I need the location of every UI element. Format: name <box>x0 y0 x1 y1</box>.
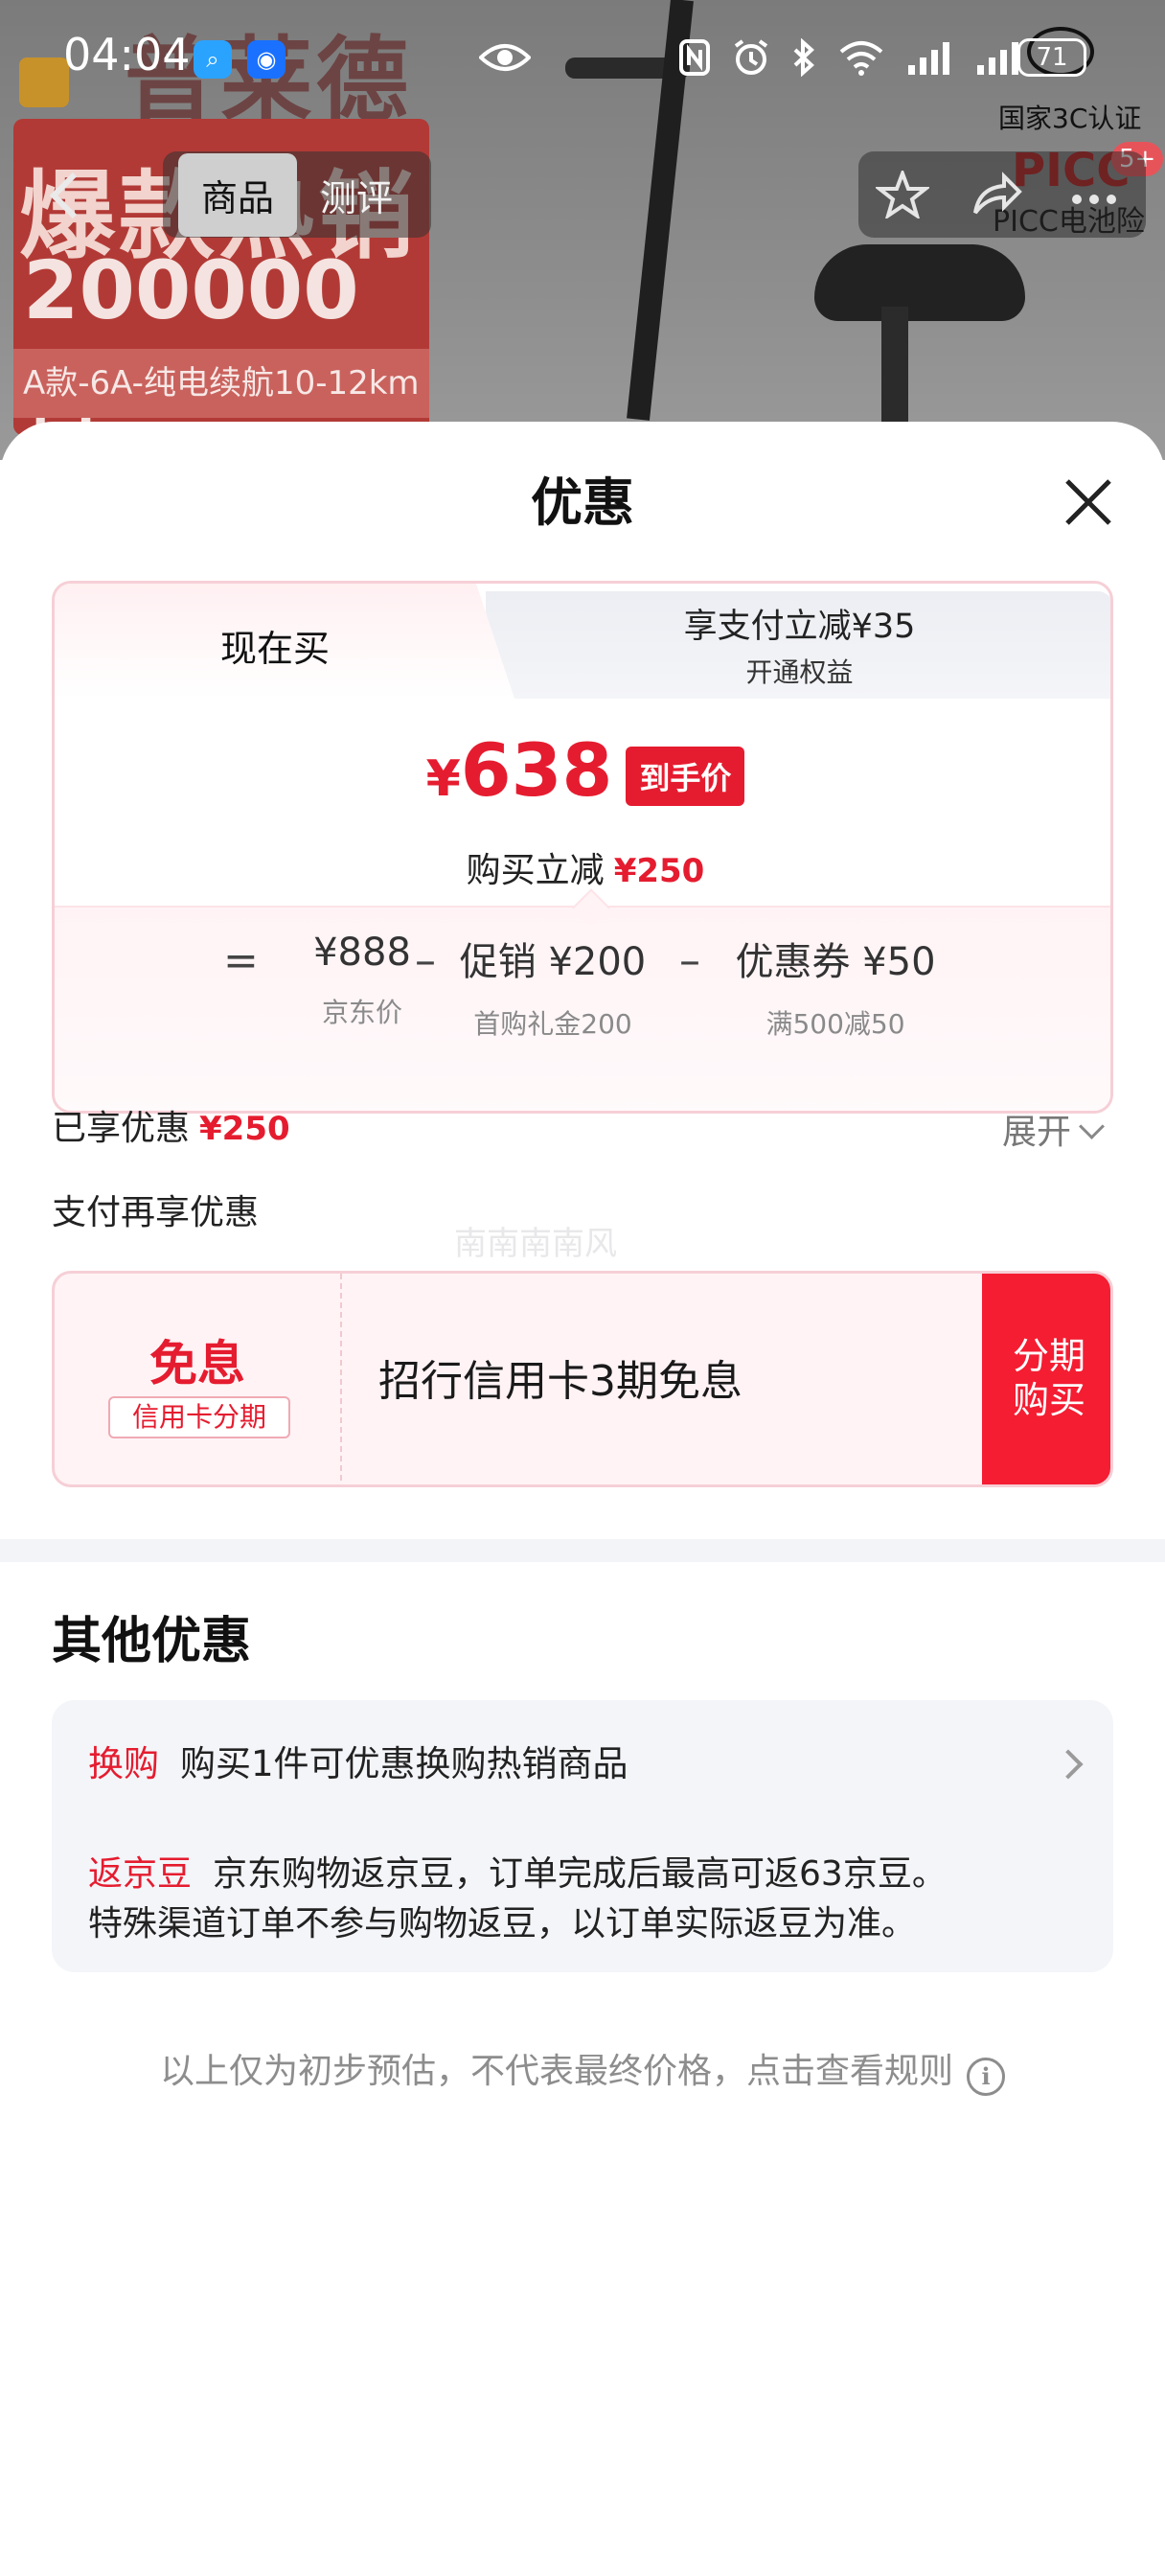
enjoyed-discount: 已享优惠 ¥250 <box>52 1100 290 1150</box>
jd-bean-text: 京东购物返京豆，订单完成后最高可返63京豆。 <box>213 1854 947 1894</box>
signal-icon-2 <box>977 42 1018 75</box>
instant-reduce-row: 购买立减 ¥250 <box>55 842 1110 892</box>
installment-description: 招行信用卡3期免息 <box>378 1357 742 1406</box>
status-icons <box>479 29 1023 86</box>
scooter-seat-post <box>881 307 908 431</box>
final-price-row: ¥638 到手价 <box>55 727 1110 813</box>
tab-buy-now-label[interactable]: 现在买 <box>55 584 495 699</box>
instant-reduce-amount: ¥250 <box>613 852 705 890</box>
calc-coupon: 优惠券 ¥50 满500减50 <box>725 931 946 1042</box>
price-breakdown-card: 现在买 享支付立减¥35 开通权益 ¥638 到手价 购买立减 ¥250 = ¥88… <box>52 581 1113 1114</box>
installment-buy-button[interactable]: 分期 购买 <box>982 1274 1110 1484</box>
coupon-label: 满500减50 <box>765 1008 905 1040</box>
final-price: ¥638 <box>426 727 613 813</box>
jd-price-label: 京东价 <box>321 997 402 1028</box>
jd-bean-note: 特殊渠道订单不参与购物返豆，以订单实际返豆为准。 <box>88 1904 917 1944</box>
installment-badge-area: 免息 信用卡分期 <box>55 1274 342 1484</box>
pay-discount-subtitle: 开通权益 <box>745 656 854 688</box>
credit-installment-tag: 信用卡分期 <box>108 1396 290 1438</box>
bluetooth-icon <box>793 38 814 77</box>
installment-offer-card[interactable]: 免息 信用卡分期 招行信用卡3期免息 分期 购买 <box>52 1271 1113 1487</box>
final-price-value: 638 <box>460 727 613 813</box>
other-offers-card: 换购 购买1件可优惠换购热销商品 返京豆 京东购物返京豆，订单完成后最高可返63京豆… <box>52 1700 1113 1972</box>
trade-in-tag: 换购 <box>88 1743 159 1784</box>
jd-bean-offer: 返京豆 京东购物返京豆，订单完成后最高可返63京豆。 特殊渠道订单不参与购物返豆，… <box>88 1850 947 1949</box>
installment-buy-line1: 分期 <box>1012 1335 1085 1377</box>
instant-reduce-label: 购买立减 <box>466 851 605 890</box>
battery-indicator: 71 <box>1017 38 1086 77</box>
signal-icon-1 <box>908 42 949 75</box>
nav-action-group <box>858 151 1146 238</box>
chevron-right-icon[interactable] <box>1053 1749 1084 1780</box>
promotion-label: 首购礼金200 <box>473 1008 632 1040</box>
calc-pointer <box>572 888 610 927</box>
enjoyed-discount-label: 已享优惠 <box>52 1109 191 1148</box>
installment-buy-line2: 购买 <box>1012 1379 1085 1421</box>
minus-sign: – <box>415 936 436 985</box>
equals-sign: = <box>223 936 259 985</box>
promotion-value: 促销 ¥200 <box>459 940 647 984</box>
expand-button[interactable]: 展开 <box>1002 1104 1105 1154</box>
info-icon[interactable]: i <box>967 2058 1005 2096</box>
disclaimer-text: 以上仅为初步预估，不代表最终价格，点击查看规则 <box>159 2052 953 2091</box>
status-bar: 04:04 ⌕ ◉ 71 <box>0 0 1165 115</box>
close-icon[interactable] <box>1054 468 1123 537</box>
tab-pay-discount-label[interactable]: 享支付立减¥35 开通权益 <box>486 599 1110 690</box>
scooter-seat <box>814 244 1025 321</box>
jd-bean-tag: 返京豆 <box>88 1854 193 1894</box>
pay-discount-title: 享支付立减¥35 <box>683 608 916 646</box>
alarm-icon <box>734 39 768 75</box>
search-app-icon: ⌕ <box>194 40 232 79</box>
wifi-icon <box>839 41 883 76</box>
expand-label: 展开 <box>1002 1113 1072 1152</box>
share-icon[interactable] <box>970 171 1023 218</box>
poster-spec: A款-6A-纯电续航10-12km <box>13 349 429 418</box>
chevron-down-icon <box>1079 1114 1105 1139</box>
interest-free-label: 免息 <box>149 1336 245 1392</box>
tab-product[interactable]: 商品 <box>178 152 298 237</box>
enjoyed-discount-amount: ¥250 <box>199 1110 290 1148</box>
price-tab-bar: 现在买 享支付立减¥35 开通权益 <box>55 584 1110 699</box>
watermark: 南南南南风 <box>454 1225 617 1263</box>
trade-in-text: 购买1件可优惠换购热销商品 <box>180 1743 628 1784</box>
discount-sheet: 优惠 现在买 享支付立减¥35 开通权益 ¥638 到手价 购买立减 ¥250 = … <box>0 422 1165 2576</box>
nav-tab-group: 商品 测评 <box>163 151 432 238</box>
other-offers-heading: 其他优惠 <box>52 1613 252 1670</box>
currency-symbol: ¥ <box>425 750 461 808</box>
eye-icon <box>479 44 531 71</box>
status-time: 04:04 <box>63 29 191 80</box>
back-arrow-icon[interactable] <box>42 169 88 222</box>
minus-sign: – <box>679 936 700 985</box>
more-icon[interactable] <box>1067 171 1121 218</box>
section-divider <box>0 1539 1165 1562</box>
coupon-value: 优惠券 ¥50 <box>735 940 936 984</box>
calc-promotion: 促销 ¥200 首购礼金200 <box>457 931 649 1042</box>
final-price-badge: 到手价 <box>626 746 745 806</box>
star-icon[interactable] <box>876 171 929 218</box>
tab-review[interactable]: 测评 <box>297 153 416 237</box>
price-calculation: = ¥888 京东价 – 促销 ¥200 首购礼金200 – 优惠券 ¥50 满… <box>55 888 1110 1111</box>
pay-offers-heading: 支付再享优惠 <box>52 1193 260 1232</box>
disclaimer-link[interactable]: 以上仅为初步预估，不代表最终价格，点击查看规则 i <box>0 2043 1165 2096</box>
browser-app-icon: ◉ <box>247 40 286 79</box>
nfc-icon <box>679 39 710 76</box>
sheet-title: 优惠 <box>531 472 634 533</box>
trade-in-offer[interactable]: 换购 购买1件可优惠换购热销商品 <box>88 1735 628 1786</box>
